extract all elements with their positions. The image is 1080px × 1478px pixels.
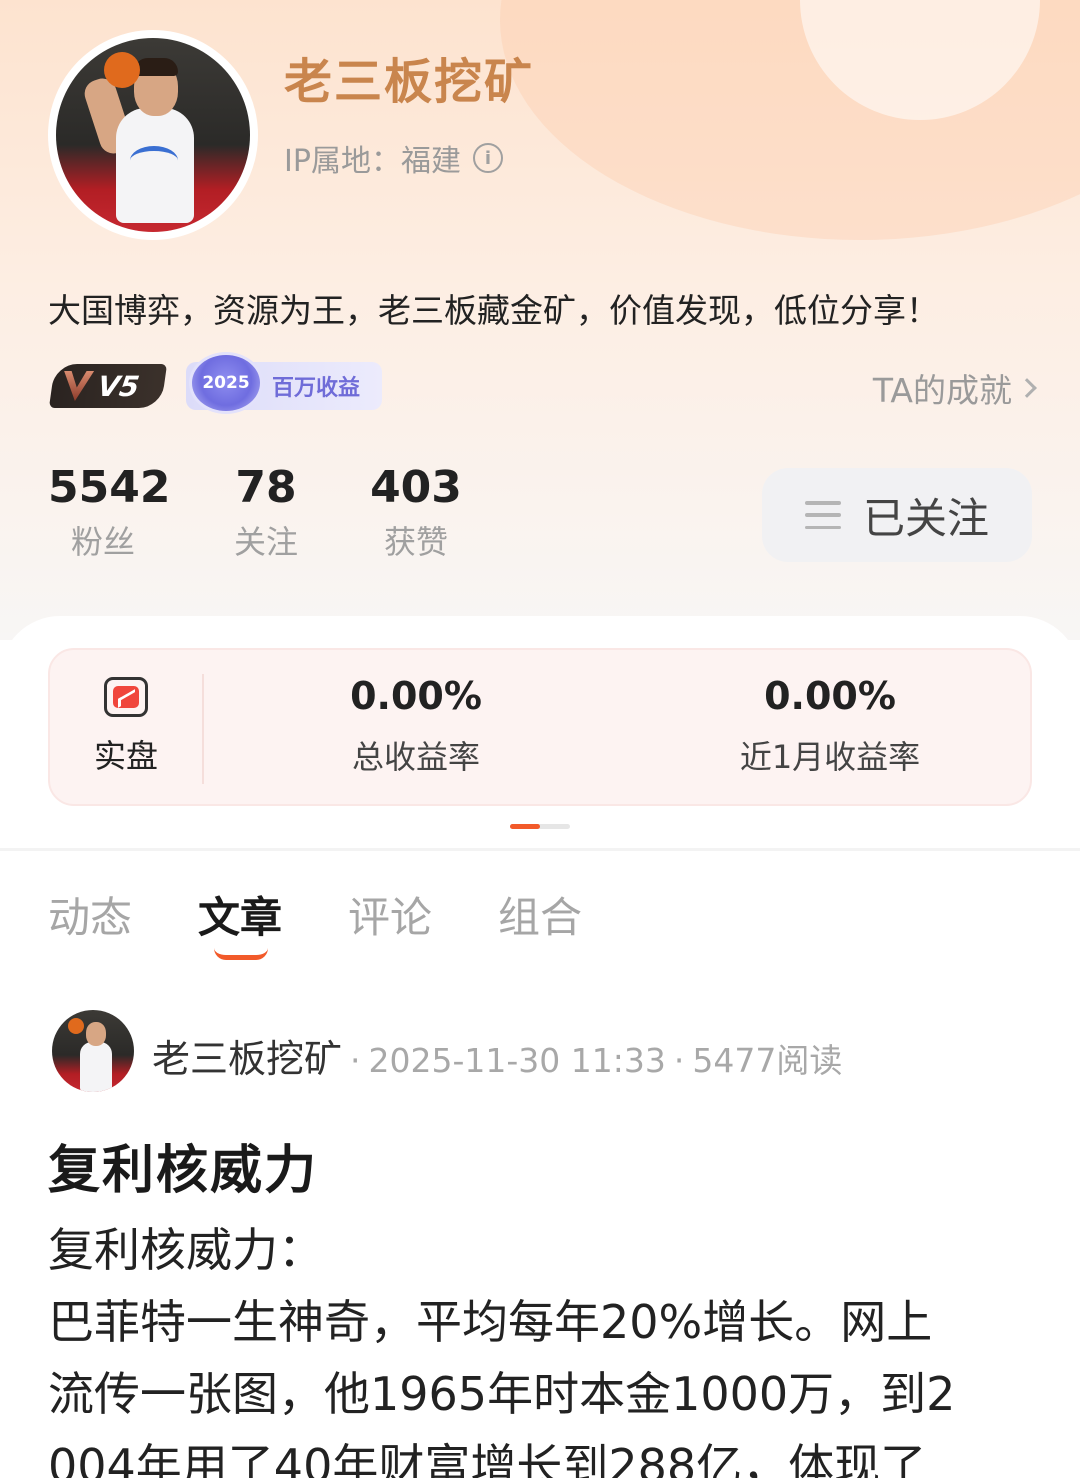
post-datetime: 2025-11-30 11:33 <box>368 1041 666 1080</box>
profile-name: 老三板挖矿 <box>284 54 535 110</box>
meta-separator: · <box>673 1041 685 1080</box>
stat-following[interactable]: 78 关注 <box>222 462 310 563</box>
post-author-avatar[interactable] <box>48 1006 138 1096</box>
menu-icon <box>804 501 841 529</box>
metric-monthly-return: 0.00% 近1月收益率 <box>710 674 950 778</box>
trend-chart-icon <box>104 677 148 717</box>
post-reads: 5477阅读 <box>692 1041 843 1080</box>
award-seal-icon: 2025 <box>192 355 260 411</box>
ip-location: IP属地：福建 i <box>284 136 503 180</box>
ip-location-text: IP属地：福建 <box>284 144 461 179</box>
stat-value: 5542 <box>48 462 171 513</box>
metric-value: 0.00% <box>764 674 896 718</box>
post-body-line: 巴菲特一生神奇，平均每年20%增长。网上 <box>48 1295 933 1349</box>
meta-separator: · <box>350 1041 361 1080</box>
post-title[interactable]: 复利核威力 <box>48 1128 318 1203</box>
avatar-image <box>56 38 250 232</box>
post-meta: 老三板挖矿 · 2025-11-30 11:33 · 5477阅读 <box>152 1028 842 1083</box>
follow-button[interactable]: 已关注 <box>762 468 1032 562</box>
stat-value: 403 <box>370 462 462 513</box>
performance-card[interactable]: 实盘 0.00% 总收益率 0.00% 近1月收益率 <box>48 648 1032 806</box>
v-logo-icon <box>60 371 94 401</box>
post-author[interactable]: 老三板挖矿 <box>152 1028 342 1083</box>
metric-total-return: 0.00% 总收益率 <box>316 674 516 778</box>
metric-value: 0.00% <box>350 674 482 718</box>
tab-portfolios[interactable]: 组合 <box>498 884 582 945</box>
profile-bio: 大国博弈，资源为王，老三板藏金矿，价值发现，低位分享！ <box>48 291 939 330</box>
carousel-indicator-active <box>510 824 540 829</box>
achievements-label: TA的成就 <box>872 371 1012 410</box>
carousel-indicator <box>510 824 570 829</box>
live-account-label: 实盘 <box>93 737 158 775</box>
stat-label: 关注 <box>233 523 298 561</box>
metric-label: 总收益率 <box>351 738 480 776</box>
chevron-right-icon <box>1017 378 1037 398</box>
follow-button-label: 已关注 <box>862 493 989 543</box>
tab-comments[interactable]: 评论 <box>348 884 432 945</box>
avatar-hair <box>134 58 178 76</box>
avatar-basketball <box>68 1018 84 1034</box>
stat-value: 78 <box>235 462 297 513</box>
active-tab-indicator <box>214 948 268 960</box>
post-body-line: 004年用了40年财富增长到288亿，体现了 <box>48 1439 927 1478</box>
divider <box>202 674 204 784</box>
section-divider <box>0 848 1080 851</box>
stat-label: 粉丝 <box>70 523 135 561</box>
award-badge[interactable]: 2025 百万收益 <box>186 355 382 411</box>
level-badge[interactable]: V5 <box>48 364 168 408</box>
achievements-link[interactable]: TA的成就 <box>872 364 1037 412</box>
post-body-line: 流传一张图，他1965年时本金1000万，到2 <box>48 1367 956 1421</box>
stat-label: 获赞 <box>383 523 448 561</box>
level-badge-text: V5 <box>95 369 142 403</box>
stat-likes[interactable]: 403 获赞 <box>370 462 462 563</box>
tab-activity[interactable]: 动态 <box>48 884 132 945</box>
stat-followers[interactable]: 5542 粉丝 <box>48 462 171 563</box>
info-icon[interactable]: i <box>472 143 503 173</box>
avatar-basketball <box>104 52 140 88</box>
avatar-jersey <box>80 1042 112 1092</box>
award-badge-label: 百万收益 <box>272 376 361 401</box>
profile-avatar[interactable] <box>48 30 258 240</box>
avatar-head <box>86 1022 106 1046</box>
tab-articles[interactable]: 文章 <box>198 884 282 945</box>
avatar-jersey <box>116 108 194 223</box>
metric-label: 近1月收益率 <box>739 738 921 776</box>
live-account-entry[interactable]: 实盘 <box>50 650 202 804</box>
post-body[interactable]: 复利核威力： 巴菲特一生神奇，平均每年20%增长。网上 流传一张图，他1965年… <box>48 1214 1032 1478</box>
post-body-line: 复利核威力： <box>48 1223 324 1277</box>
avatar-image <box>52 1010 134 1092</box>
